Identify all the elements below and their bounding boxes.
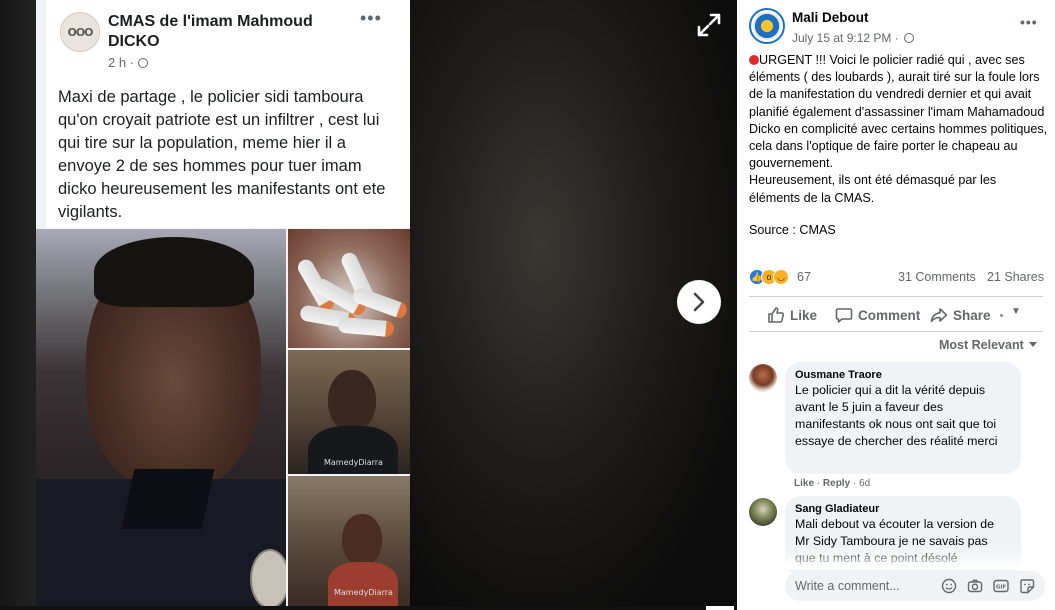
comment-button-label[interactable]: Comment — [858, 308, 920, 323]
avatar[interactable] — [749, 498, 777, 526]
post-body-text: URGENT !!! Voici le policier radié qui ,… — [749, 53, 1048, 205]
comments-count[interactable]: 31 Comments — [898, 270, 976, 284]
own-avatar — [749, 572, 777, 600]
gif-icon[interactable]: GIF — [993, 578, 1009, 594]
shares-count[interactable]: 21 Shares — [987, 270, 1044, 284]
photo-strip — [0, 606, 737, 610]
comment-author[interactable]: Sang Gladiateur — [795, 502, 1009, 516]
divider — [749, 296, 1043, 297]
comment-button[interactable]: Comment — [835, 304, 920, 326]
share-button[interactable]: Share — [930, 304, 991, 326]
globe-icon — [137, 58, 148, 68]
comment-sort-dropdown[interactable]: Most Relevant — [939, 338, 1037, 352]
photo-watermark: MamedyDiarra — [324, 458, 383, 467]
photo-viewer: OOO CMAS de l'imam Mahmoud DICKO 2 h · •… — [0, 0, 737, 610]
next-photo-button[interactable] — [677, 280, 721, 324]
comment-icon — [835, 308, 853, 323]
shared-author-avatar: OOO — [60, 12, 100, 52]
red-circle-icon — [749, 55, 759, 65]
emoji-icon[interactable] — [941, 578, 957, 594]
share-icon — [930, 308, 948, 323]
shared-post-text: Maxi de partage , le policier sidi tambo… — [58, 88, 386, 221]
like-icon — [768, 307, 785, 323]
shared-post-time: 2 h · — [108, 55, 148, 70]
photo-watermark: MamedyDiarra — [334, 588, 393, 597]
post-timestamp[interactable]: July 15 at 9:12 PM · — [792, 31, 915, 45]
avatar[interactable] — [749, 364, 777, 392]
reaction-count[interactable]: 67 — [797, 270, 811, 284]
comment-bubble: Ousmane Traore Le policier qui a dit la … — [785, 362, 1021, 474]
chevron-right-icon — [693, 292, 705, 312]
comment-author[interactable]: Ousmane Traore — [795, 368, 1009, 382]
more-options-icon[interactable]: ••• — [1020, 14, 1038, 30]
comment-sort-label[interactable]: Most Relevant — [939, 338, 1024, 352]
reaction-summary[interactable]: 👍 o ◡ 67 — [749, 268, 811, 286]
svg-text:GIF: GIF — [996, 585, 1007, 591]
share-button-label[interactable]: Share — [953, 308, 991, 323]
caret-down-icon — [1028, 342, 1037, 347]
comment-reply-link[interactable]: Reply — [823, 478, 850, 489]
page-name[interactable]: Mali Debout — [792, 10, 869, 25]
photo-strip-marker — [706, 606, 734, 610]
comment-composer[interactable]: GIF — [785, 571, 1045, 601]
shared-post-card: OOO CMAS de l'imam Mahmoud DICKO 2 h · •… — [46, 0, 410, 228]
page-avatar[interactable] — [749, 8, 785, 44]
like-button[interactable]: Like — [767, 304, 817, 326]
comment-text: Le policier qui a dit la vérité depuis a… — [795, 383, 998, 448]
portrait-collar — [121, 469, 215, 529]
chevron-down-icon[interactable]: ▼ — [1011, 306, 1021, 317]
shared-post-image: OOO CMAS de l'imam Mahmoud DICKO 2 h · •… — [36, 0, 410, 606]
scroll-fade — [737, 548, 1055, 570]
tear-gas-canisters-photo — [288, 229, 410, 348]
shared-post-time-label: 2 h · — [108, 55, 135, 70]
audience-icon[interactable] — [1000, 314, 1003, 317]
sticker-icon[interactable] — [1019, 578, 1035, 594]
photo-backdrop-left — [0, 0, 36, 610]
policeman-portrait-photo — [36, 229, 286, 606]
portrait-hair — [94, 237, 254, 307]
shared-more-icon: ••• — [360, 8, 382, 28]
portrait-badge — [250, 549, 286, 606]
comment-meta: Like · Reply · 6d — [794, 478, 871, 489]
post-source: Source : CMAS — [749, 223, 836, 237]
camera-icon[interactable] — [967, 578, 983, 594]
detained-man-photo: MamedyDiarra — [288, 350, 410, 474]
detained-group-photo: MamedyDiarra — [288, 476, 410, 606]
post-panel: Mali Debout July 15 at 9:12 PM · ••• URG… — [737, 0, 1055, 610]
haha-reaction-icon: ◡ — [773, 269, 789, 285]
write-comment-input[interactable] — [795, 577, 935, 595]
comment-age[interactable]: 6d — [859, 478, 870, 489]
post-body: URGENT !!! Voici le policier radié qui ,… — [749, 52, 1049, 207]
comment-like-link[interactable]: Like — [794, 478, 814, 489]
expand-icon[interactable] — [696, 12, 722, 38]
post-timestamp-label[interactable]: July 15 at 9:12 PM · — [792, 31, 899, 45]
like-button-label[interactable]: Like — [790, 308, 817, 323]
shared-author-name: CMAS de l'imam Mahmoud DICKO — [108, 13, 313, 50]
globe-icon — [904, 33, 915, 43]
divider — [749, 331, 1043, 332]
